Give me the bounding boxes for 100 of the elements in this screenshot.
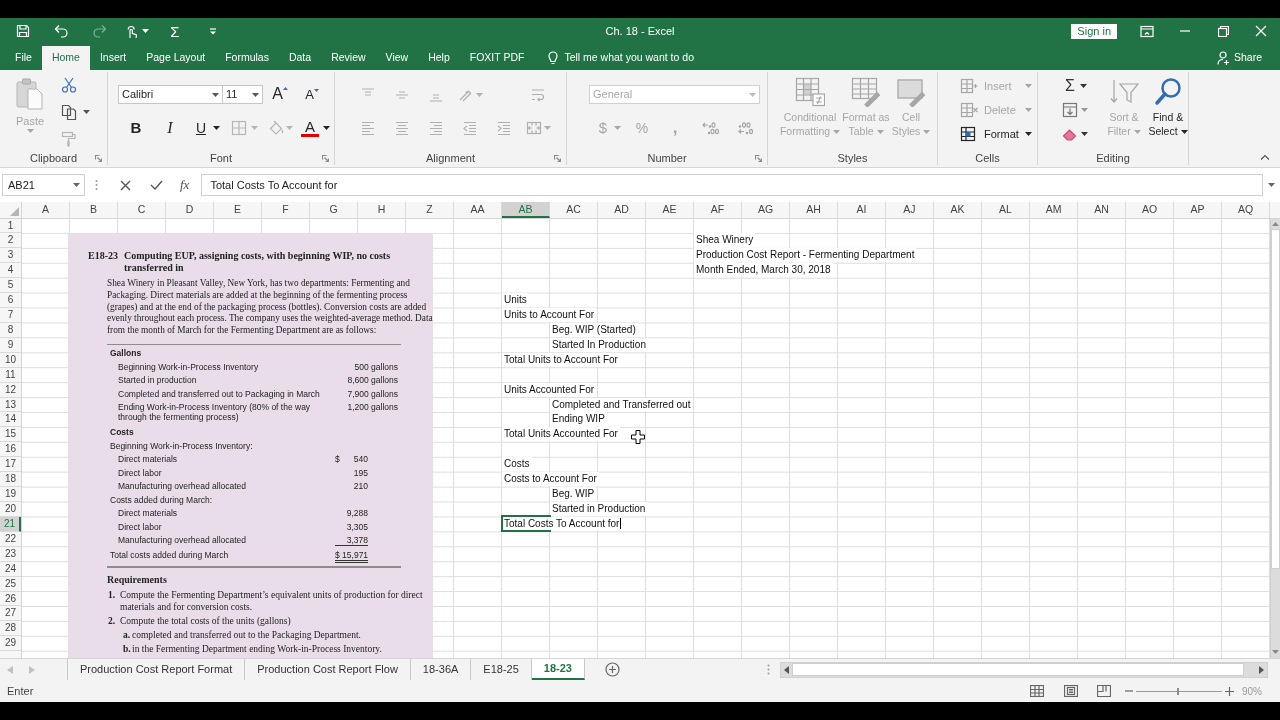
ribbon-tab[interactable]: Page Layout (136, 46, 216, 70)
vertical-scrollbar[interactable] (1270, 218, 1280, 658)
touch-mode-icon[interactable] (125, 23, 138, 39)
column-header[interactable]: H (358, 202, 406, 218)
ribbon-tab[interactable]: File (5, 46, 42, 70)
row-header[interactable]: 11 (0, 367, 21, 383)
more-icon[interactable] (767, 664, 770, 675)
caret-icon[interactable] (212, 92, 219, 97)
row-header[interactable]: 27 (0, 606, 21, 622)
column-header[interactable]: A (22, 202, 70, 218)
formula-field[interactable]: Total Costs To Account for (201, 174, 1263, 196)
row-header[interactable]: 28 (0, 621, 21, 637)
caret-icon[interactable] (1080, 84, 1087, 88)
down-triangle-icon[interactable] (313, 89, 319, 92)
row-header[interactable]: 1 (0, 218, 21, 234)
scroll-left-icon[interactable] (784, 665, 789, 674)
cancel-icon[interactable] (120, 179, 131, 191)
collapse-ribbon-icon[interactable] (1260, 154, 1270, 160)
scroll-down-icon[interactable] (1272, 650, 1279, 654)
copy-icon[interactable] (61, 104, 77, 120)
dialog-launcher-icon[interactable] (554, 154, 561, 162)
row-header[interactable]: 23 (0, 546, 21, 562)
column-header[interactable]: AE (646, 202, 694, 218)
page-layout-icon[interactable] (1064, 685, 1078, 697)
column-header[interactable]: AQ (1222, 202, 1270, 218)
lightbulb-icon[interactable] (548, 51, 559, 65)
column-header[interactable]: AF (694, 202, 742, 218)
caret-icon[interactable] (1081, 132, 1088, 136)
shrink-font-button[interactable]: A (297, 85, 327, 104)
row-header[interactable]: 4 (0, 263, 21, 279)
ribbon-tab[interactable]: FOXIT PDF (459, 46, 535, 70)
column-header[interactable]: AI (838, 202, 886, 218)
column-header[interactable]: C (118, 202, 166, 218)
column-header[interactable]: AP (1174, 202, 1222, 218)
eraser-icon[interactable] (1062, 127, 1078, 141)
row-header[interactable]: 15 (0, 427, 21, 443)
zoom-slider-thumb[interactable] (1177, 687, 1180, 695)
autosum-button[interactable]: Σ (1064, 77, 1076, 95)
horizontal-scrollbar[interactable] (780, 661, 1268, 678)
scroll-thumb[interactable] (1271, 228, 1280, 569)
column-header[interactable]: B (70, 202, 118, 218)
autosum-button[interactable]: Σ (170, 23, 180, 39)
fill-down-icon[interactable] (1062, 102, 1078, 118)
up-triangle-icon[interactable] (282, 87, 288, 90)
enter-icon[interactable] (150, 180, 163, 190)
ribbon-tab[interactable]: Help (418, 46, 460, 70)
column-header[interactable]: AD (598, 202, 646, 218)
row-header[interactable]: 19 (0, 487, 21, 502)
format-cells-button[interactable]: Format (938, 122, 1037, 146)
restore-icon[interactable] (1217, 25, 1229, 37)
search-icon[interactable] (1153, 77, 1183, 107)
tab-scroll-right-icon[interactable] (29, 665, 35, 674)
row-header[interactable]: 14 (0, 412, 21, 428)
ribbon-display-icon[interactable] (1140, 24, 1154, 38)
zoom-in-icon[interactable] (1225, 686, 1234, 696)
column-header[interactable]: D (166, 202, 214, 218)
column-header[interactable]: F (262, 202, 310, 218)
caret-icon[interactable] (323, 126, 330, 130)
dialog-launcher-icon[interactable] (322, 154, 329, 162)
grow-font-button[interactable]: A (265, 85, 295, 104)
name-box[interactable]: AB21 (2, 174, 85, 196)
font-name-field[interactable]: Calibri (118, 85, 223, 104)
column-header[interactable]: AC (550, 202, 598, 218)
caret-icon[interactable] (1025, 132, 1032, 136)
share-button[interactable]: Share (1216, 46, 1262, 70)
customize-icon[interactable] (209, 27, 217, 35)
caret-icon[interactable] (1180, 130, 1188, 135)
row-header[interactable]: 3 (0, 248, 21, 264)
column-header[interactable]: AH (790, 202, 838, 218)
dialog-launcher-icon[interactable] (755, 154, 762, 162)
row-header[interactable]: 20 (0, 502, 21, 517)
row-header[interactable]: 16 (0, 442, 21, 458)
row-header[interactable]: 7 (0, 308, 21, 323)
row-header[interactable]: 8 (0, 322, 21, 338)
row-header[interactable]: 18 (0, 472, 21, 488)
column-header[interactable]: AO (1126, 202, 1174, 218)
column-header[interactable]: G (310, 202, 358, 218)
format-cells-icon[interactable] (960, 126, 978, 142)
scroll-thumb[interactable] (792, 663, 1244, 676)
row-header[interactable]: 13 (0, 397, 21, 413)
sign-in-button[interactable]: Sign in (1071, 23, 1117, 39)
caret-icon[interactable] (252, 92, 259, 97)
row-header[interactable]: 9 (0, 337, 21, 353)
column-header[interactable]: AB (502, 202, 550, 218)
column-header[interactable]: AL (982, 202, 1030, 218)
save-icon[interactable] (16, 24, 30, 38)
ribbon-tab[interactable]: Insert (89, 46, 137, 70)
row-header[interactable]: 2 (0, 233, 21, 249)
row-header[interactable]: 12 (0, 382, 21, 398)
column-header[interactable]: E (214, 202, 262, 218)
italic-button[interactable]: I (158, 118, 182, 138)
normal-view-icon[interactable] (1030, 685, 1044, 697)
share-person-icon[interactable] (1216, 51, 1230, 65)
tell-me-search[interactable]: Tell me what you want to do (564, 50, 694, 66)
tab-scroll-left-icon[interactable] (7, 665, 13, 674)
column-header[interactable]: AM (1030, 202, 1078, 218)
column-header[interactable]: AJ (886, 202, 934, 218)
row-header[interactable]: 22 (0, 531, 21, 547)
row-header[interactable]: 25 (0, 576, 21, 592)
scissors-icon[interactable] (61, 77, 77, 93)
